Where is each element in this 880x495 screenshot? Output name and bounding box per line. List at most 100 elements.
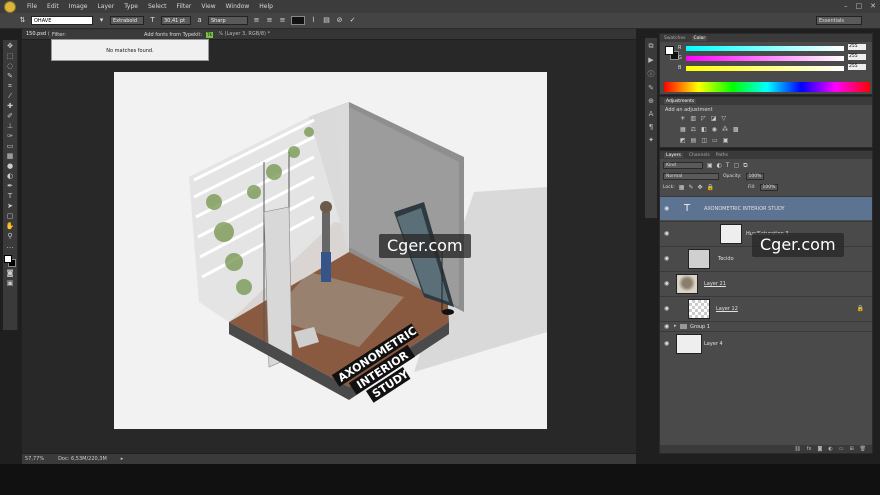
filter-smart-icon[interactable]: ⧉ xyxy=(743,162,747,170)
foreground-color-chip[interactable] xyxy=(665,46,674,55)
vibrance-icon[interactable]: ▽ xyxy=(721,115,726,122)
blend-mode-select[interactable]: Normal xyxy=(663,173,719,180)
font-family-input[interactable]: OHAVE xyxy=(31,16,93,25)
visibility-eye-icon[interactable]: ◉ xyxy=(664,230,669,237)
cancel-icon[interactable]: ⊘ xyxy=(335,16,344,25)
color-swatches[interactable] xyxy=(4,255,16,267)
menu-edit[interactable]: Edit xyxy=(42,3,64,10)
crop-tool-icon[interactable]: ⌗ xyxy=(5,82,15,90)
text-color-swatch[interactable] xyxy=(291,16,305,25)
info-icon[interactable]: ⓘ xyxy=(648,69,655,79)
brush-tool-icon[interactable]: ✐ xyxy=(5,112,15,120)
paragraph-icon[interactable]: ¶ xyxy=(649,123,653,131)
delete-layer-icon[interactable]: 🗑 xyxy=(860,446,866,452)
menu-help[interactable]: Help xyxy=(254,3,278,10)
new-group-icon[interactable]: ▭ xyxy=(839,446,844,452)
green-slider[interactable]: G 255 xyxy=(678,54,866,61)
tab-swatches[interactable]: Swatches xyxy=(664,36,686,41)
menu-type[interactable]: Type xyxy=(119,3,143,10)
menu-window[interactable]: Window xyxy=(221,3,255,10)
styles-icon[interactable]: ✦ xyxy=(648,136,654,144)
new-layer-icon[interactable]: ⊞ xyxy=(849,446,853,452)
align-right-icon[interactable]: ≡ xyxy=(278,16,287,25)
character-panel-icon[interactable]: ▤ xyxy=(322,16,331,25)
filter-pixel-icon[interactable]: ▣ xyxy=(707,162,713,169)
menu-file[interactable]: File xyxy=(22,3,42,10)
red-slider[interactable]: R 255 xyxy=(678,44,866,51)
clone-source-icon[interactable]: ⊕ xyxy=(648,97,654,105)
lock-all-icon[interactable]: 🔒 xyxy=(707,184,714,191)
kind-filter-select[interactable]: Kind xyxy=(663,162,703,169)
visibility-eye-icon[interactable]: ◉ xyxy=(664,340,669,347)
gradient-map-icon[interactable]: ▭ xyxy=(712,137,718,144)
brush-presets-icon[interactable]: ✎ xyxy=(648,84,654,92)
screen-mode-icon[interactable]: ▣ xyxy=(5,279,15,287)
exposure-icon[interactable]: ◪ xyxy=(711,115,717,122)
zoom-tool-icon[interactable]: ⚲ xyxy=(5,232,15,240)
commit-icon[interactable]: ✓ xyxy=(348,16,357,25)
selective-color-icon[interactable]: ▣ xyxy=(723,137,729,144)
menu-image[interactable]: Image xyxy=(64,3,93,10)
maximize-icon[interactable]: □ xyxy=(856,2,863,10)
chevron-down-icon[interactable]: ▾ xyxy=(97,16,106,25)
eyedropper-tool-icon[interactable]: ⁄ xyxy=(5,92,15,100)
document-canvas[interactable]: AXONOMETRIC INTERIOR STUDY xyxy=(114,72,547,429)
layer-group-row[interactable]: ◉ ▸ Group 1 xyxy=(660,321,872,331)
fill-input[interactable]: 100% xyxy=(759,184,778,191)
align-center-icon[interactable]: ≡ xyxy=(265,16,274,25)
foreground-color-swatch[interactable] xyxy=(4,255,12,263)
more-tools-icon[interactable]: … xyxy=(5,242,15,250)
blue-value-input[interactable]: 255 xyxy=(848,64,866,70)
eraser-tool-icon[interactable]: ▭ xyxy=(5,142,15,150)
hand-tool-icon[interactable]: ✋ xyxy=(5,222,15,230)
dodge-tool-icon[interactable]: ◐ xyxy=(5,172,15,180)
filter-shape-icon[interactable]: ▢ xyxy=(734,162,740,169)
tab-layers[interactable]: Layers xyxy=(664,152,683,158)
font-size-input[interactable]: 30,41 pt xyxy=(161,16,191,25)
pen-tool-icon[interactable]: ✒ xyxy=(5,182,15,190)
zoom-level[interactable]: 57,77% xyxy=(25,456,44,462)
invert-icon[interactable]: ◩ xyxy=(680,137,686,144)
font-style-select[interactable]: Extrabold xyxy=(110,16,144,25)
layer-row-text[interactable]: ◉ T AXONOMETRIC INTERIOR STUDY xyxy=(660,196,872,220)
expand-arrow-icon[interactable]: ▸ xyxy=(674,323,677,329)
visibility-eye-icon[interactable]: ◉ xyxy=(664,280,669,287)
new-adjustment-icon[interactable]: ◐ xyxy=(828,446,832,452)
color-spectrum[interactable] xyxy=(664,82,870,92)
hue-sat-icon[interactable]: ▦ xyxy=(680,126,686,133)
gradient-tool-icon[interactable]: ▦ xyxy=(5,152,15,160)
actions-icon[interactable]: ▶ xyxy=(648,56,653,64)
opacity-input[interactable]: 100% xyxy=(745,173,764,180)
green-value-input[interactable]: 255 xyxy=(848,54,866,60)
menu-filter[interactable]: Filter xyxy=(172,3,197,10)
minimize-icon[interactable]: – xyxy=(844,2,848,10)
type-orientation-icon[interactable]: ⇅ xyxy=(18,16,27,25)
status-arrow-icon[interactable]: ▸ xyxy=(121,456,124,462)
layer-row-layer-4[interactable]: ◉ Layer 4 xyxy=(660,331,872,355)
align-left-icon[interactable]: ≡ xyxy=(252,16,261,25)
layer-row-layer-21[interactable]: ◉ Layer 21 xyxy=(660,271,872,295)
filter-type-icon[interactable]: T xyxy=(726,162,730,169)
quick-select-tool-icon[interactable]: ✎ xyxy=(5,72,15,80)
blue-slider[interactable]: B 255 xyxy=(678,64,866,71)
healing-tool-icon[interactable]: ✚ xyxy=(5,102,15,110)
warp-text-icon[interactable]: ⌇ xyxy=(309,16,318,25)
tab-channels[interactable]: Channels xyxy=(689,153,710,158)
history-icon[interactable]: ⧉ xyxy=(649,42,654,51)
visibility-eye-icon[interactable]: ◉ xyxy=(664,323,669,330)
lock-move-icon[interactable]: ✥ xyxy=(697,184,702,191)
blur-tool-icon[interactable]: ● xyxy=(5,162,15,170)
black-white-icon[interactable]: ◧ xyxy=(701,126,707,133)
filter-adjust-icon[interactable]: ◐ xyxy=(717,162,722,169)
brightness-icon[interactable]: ☀ xyxy=(680,115,685,122)
add-mask-icon[interactable]: ◙ xyxy=(817,446,822,452)
path-select-tool-icon[interactable]: ➤ xyxy=(5,202,15,210)
photo-filter-icon[interactable]: ◉ xyxy=(712,126,717,133)
tab-color[interactable]: Color xyxy=(691,35,708,41)
layer-row-layer-12[interactable]: ◉ Layer 12 🔒 xyxy=(660,296,872,320)
color-balance-icon[interactable]: ⚖ xyxy=(691,126,696,133)
workspace-select[interactable]: Essentials xyxy=(816,16,862,25)
quick-mask-icon[interactable]: ◙ xyxy=(5,269,15,277)
antialias-select[interactable]: Sharp xyxy=(208,16,248,25)
visibility-eye-icon[interactable]: ◉ xyxy=(664,255,669,262)
